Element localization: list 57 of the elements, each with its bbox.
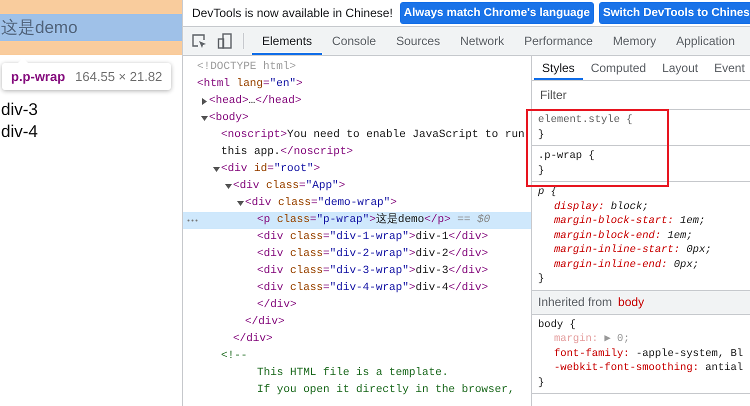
css-declaration[interactable]: font-family: -apple-system, Bl	[538, 346, 750, 361]
css-declaration[interactable]: margin-block-start: 1em;	[538, 214, 750, 228]
rule-close: }	[538, 272, 546, 286]
div-text: div-4	[0, 120, 39, 143]
dom-node-line[interactable]: </div>	[245, 314, 285, 331]
selected-dom-row[interactable]: <p class="p-wrap">这是demo</p> == $0	[183, 212, 531, 229]
css-declaration[interactable]: margin-inline-start: 0px;	[538, 243, 750, 258]
dom-node-line[interactable]: <noscript>You need to enable JavaScript to run this app.</noscript>	[221, 127, 525, 161]
dom-node-line[interactable]: <!--	[221, 348, 248, 365]
tooltip-selector: p.p-wrap	[11, 69, 66, 84]
panel-tab[interactable]: Console	[322, 27, 386, 55]
dom-node-line[interactable]: </div>	[233, 331, 273, 348]
dom-node-line[interactable]: This HTML file is a template.	[257, 365, 448, 382]
demo-paragraph: 这是demo	[0, 14, 182, 41]
panel-tab[interactable]: Sources	[386, 27, 450, 55]
div-text: div-3	[0, 99, 39, 121]
source-link[interactable]: body	[618, 295, 644, 309]
dom-node-line[interactable]: If you open it directly in the browser,	[257, 382, 514, 399]
panel-tab[interactable]: Memory	[602, 27, 666, 55]
rule-selector[interactable]: body {	[538, 318, 750, 332]
rule-close: }	[538, 128, 546, 142]
dom-node-line[interactable]: <body>	[209, 110, 249, 127]
panel-tab[interactable]: Elements	[252, 27, 322, 55]
dom-node-line[interactable]: <div class="div-2-wrap">div-2</div>	[257, 246, 488, 263]
tooltip-size: 164.55 × 21.82	[75, 69, 162, 84]
dom-node-line[interactable]: <div class="div-3-wrap">div-3</div>	[257, 263, 488, 280]
css-declaration[interactable]: margin-inline-end: 0px;	[538, 258, 750, 272]
panel-tab[interactable]: Performance	[514, 27, 603, 55]
language-button[interactable]: Switch DevTools to Chines	[598, 2, 750, 24]
rule-selector[interactable]: element.style {	[538, 113, 750, 128]
sidebar-tab[interactable]: Layout	[654, 56, 706, 80]
device-icon[interactable]	[217, 33, 233, 49]
dom-node-line[interactable]: <p class="p-wrap">这是demo</p> == $0	[257, 212, 490, 229]
sidebar-tab[interactable]: Event	[706, 56, 750, 80]
rule-close: }	[538, 376, 546, 390]
dom-node-line[interactable]: <div class="div-1-wrap">div-1</div>	[257, 229, 488, 246]
banner-message: DevTools is now available in Chinese!	[192, 6, 393, 20]
inherited-label: Inherited from	[538, 295, 612, 309]
dom-node-line[interactable]: </div>	[257, 297, 297, 314]
dom-node-line[interactable]: <html lang="en">	[197, 76, 303, 93]
rule-close: }	[538, 164, 546, 178]
language-button[interactable]: Always match Chrome's language	[400, 2, 594, 24]
css-declaration[interactable]: -webkit-font-smoothing: antial	[538, 361, 750, 376]
panel-tab[interactable]: Application	[666, 27, 745, 55]
panel-tab[interactable]: Network	[450, 27, 514, 55]
sidebar-tab[interactable]: Computed	[582, 56, 654, 80]
dom-node-line[interactable]: <head>…</head>	[209, 93, 302, 110]
dom-node-line[interactable]: <div class="demo-wrap">	[245, 195, 397, 212]
dom-node-line[interactable]: <div id="root">	[221, 161, 320, 178]
sidebar-tab[interactable]: Styles	[534, 56, 583, 80]
css-declaration[interactable]: display: block;	[538, 200, 750, 214]
dom-node-line[interactable]: <div class="App">	[233, 178, 346, 195]
inspect-icon[interactable]	[191, 33, 207, 49]
css-declaration[interactable]: margin-block-end: 1em;	[538, 228, 750, 243]
more-icon[interactable]	[187, 219, 198, 222]
rule-selector[interactable]: .p-wrap {	[538, 149, 750, 164]
dom-node-line[interactable]: <div class="div-4-wrap">div-4</div>	[257, 280, 488, 297]
